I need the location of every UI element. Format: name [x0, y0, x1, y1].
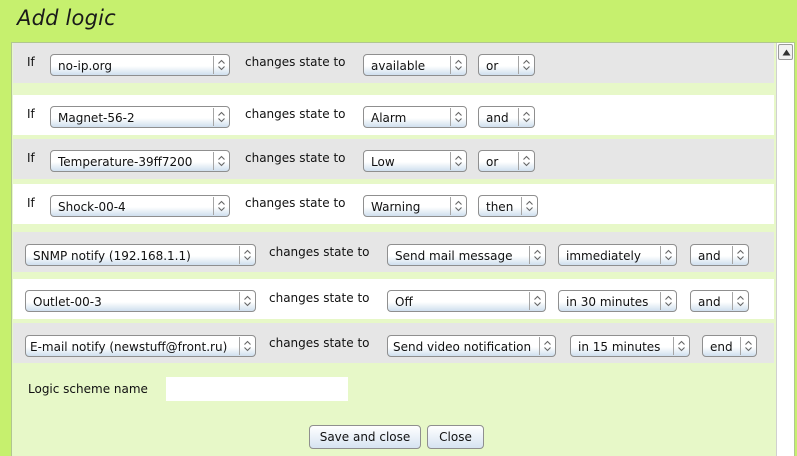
- triangle-up-icon: [782, 49, 791, 56]
- up-down-chevron-icon: [539, 337, 555, 355]
- select-value: and: [486, 111, 509, 125]
- up-down-chevron-icon: [450, 56, 466, 74]
- up-down-chevron-icon: [660, 246, 676, 264]
- select-value: available: [371, 59, 426, 73]
- up-down-chevron-icon: [213, 152, 229, 170]
- select-value: SNMP notify (192.168.1.1): [33, 249, 191, 263]
- select-value: Send video notification: [393, 340, 532, 354]
- select-value: Off: [395, 295, 413, 309]
- condition-state-select[interactable]: Warning: [363, 195, 467, 217]
- changes-state-label: changes state to: [269, 336, 370, 350]
- select-value: and: [698, 249, 721, 263]
- dialog-title: Add logic: [17, 6, 116, 30]
- if-label: If: [27, 55, 35, 69]
- save-and-close-button[interactable]: Save and close: [309, 425, 421, 449]
- action-delay-select[interactable]: immediately: [558, 244, 677, 266]
- up-down-chevron-icon: [518, 108, 534, 126]
- select-value: Outlet-00-3: [33, 295, 102, 309]
- up-down-chevron-icon: [660, 292, 676, 310]
- scroll-up-button[interactable]: [778, 44, 793, 60]
- condition-connector-select[interactable]: or: [478, 150, 535, 172]
- condition-connector-select[interactable]: then: [478, 195, 538, 217]
- select-value: in 30 minutes: [566, 295, 649, 309]
- up-down-chevron-icon: [213, 108, 229, 126]
- scheme-name-input[interactable]: [166, 377, 348, 401]
- condition-connector-select[interactable]: or: [478, 54, 535, 76]
- logic-panel: If no-ip.org changes state to available …: [11, 42, 795, 456]
- up-down-chevron-icon: [732, 292, 748, 310]
- scheme-name-label: Logic scheme name: [28, 382, 148, 396]
- condition-device-select[interactable]: Magnet-56-2: [50, 106, 230, 128]
- up-down-chevron-icon: [239, 337, 255, 355]
- if-label: If: [27, 151, 35, 165]
- action-delay-select[interactable]: in 30 minutes: [558, 290, 677, 312]
- select-value: Shock-00-4: [58, 200, 126, 214]
- select-value: Send mail message: [395, 249, 513, 263]
- select-value: end: [710, 340, 733, 354]
- up-down-chevron-icon: [518, 56, 534, 74]
- vertical-scrollbar[interactable]: [776, 43, 794, 456]
- action-connector-select[interactable]: end: [702, 335, 757, 357]
- select-value: then: [486, 200, 514, 214]
- select-value: no-ip.org: [58, 59, 112, 73]
- action-state-select[interactable]: Off: [387, 290, 546, 312]
- up-down-chevron-icon: [213, 197, 229, 215]
- select-value: E-mail notify (newstuff@front.ru): [30, 340, 228, 354]
- changes-state-label: changes state to: [245, 55, 346, 69]
- select-value: in 15 minutes: [578, 340, 661, 354]
- action-connector-select[interactable]: and: [690, 244, 749, 266]
- up-down-chevron-icon: [450, 108, 466, 126]
- select-value: Low: [371, 155, 395, 169]
- up-down-chevron-icon: [732, 246, 748, 264]
- condition-device-select[interactable]: Temperature-39ff7200: [50, 150, 230, 172]
- action-row: SNMP notify (192.168.1.1) changes state …: [13, 232, 774, 272]
- condition-connector-select[interactable]: and: [478, 106, 535, 128]
- condition-state-select[interactable]: Low: [363, 150, 467, 172]
- action-connector-select[interactable]: and: [690, 290, 749, 312]
- changes-state-label: changes state to: [245, 196, 346, 210]
- action-state-select[interactable]: Send mail message: [387, 244, 546, 266]
- condition-row: If Shock-00-4 changes state to Warning t…: [13, 184, 774, 224]
- action-delay-select[interactable]: in 15 minutes: [570, 335, 690, 357]
- up-down-chevron-icon: [740, 337, 756, 355]
- action-row: Outlet-00-3 changes state to Off in 30 m…: [13, 279, 774, 319]
- select-value: immediately: [566, 249, 641, 263]
- condition-device-select[interactable]: no-ip.org: [50, 54, 230, 76]
- action-row: E-mail notify (newstuff@front.ru) change…: [13, 323, 774, 363]
- select-value: and: [698, 295, 721, 309]
- condition-row: If no-ip.org changes state to available …: [13, 43, 774, 83]
- select-value: Magnet-56-2: [58, 111, 135, 125]
- action-device-select[interactable]: SNMP notify (192.168.1.1): [25, 244, 256, 266]
- select-value: Temperature-39ff7200: [58, 155, 193, 169]
- select-value: or: [486, 155, 499, 169]
- up-down-chevron-icon: [239, 246, 255, 264]
- up-down-chevron-icon: [529, 292, 545, 310]
- changes-state-label: changes state to: [269, 245, 370, 259]
- action-device-select[interactable]: Outlet-00-3: [25, 290, 256, 312]
- condition-row: If Magnet-56-2 changes state to Alarm an…: [13, 95, 774, 135]
- up-down-chevron-icon: [450, 152, 466, 170]
- action-device-select[interactable]: E-mail notify (newstuff@front.ru): [25, 335, 256, 357]
- up-down-chevron-icon: [518, 152, 534, 170]
- up-down-chevron-icon: [450, 197, 466, 215]
- changes-state-label: changes state to: [269, 291, 370, 305]
- condition-device-select[interactable]: Shock-00-4: [50, 195, 230, 217]
- changes-state-label: changes state to: [245, 107, 346, 121]
- if-label: If: [27, 107, 35, 121]
- up-down-chevron-icon: [673, 337, 689, 355]
- up-down-chevron-icon: [521, 197, 537, 215]
- select-value: Alarm: [371, 111, 407, 125]
- up-down-chevron-icon: [529, 246, 545, 264]
- condition-state-select[interactable]: available: [363, 54, 467, 76]
- select-value: or: [486, 59, 499, 73]
- select-value: Warning: [371, 200, 421, 214]
- action-state-select[interactable]: Send video notification: [387, 335, 556, 357]
- up-down-chevron-icon: [213, 56, 229, 74]
- condition-state-select[interactable]: Alarm: [363, 106, 467, 128]
- if-label: If: [27, 196, 35, 210]
- up-down-chevron-icon: [239, 292, 255, 310]
- condition-row: If Temperature-39ff7200 changes state to…: [13, 139, 774, 179]
- close-button[interactable]: Close: [427, 425, 484, 449]
- changes-state-label: changes state to: [245, 151, 346, 165]
